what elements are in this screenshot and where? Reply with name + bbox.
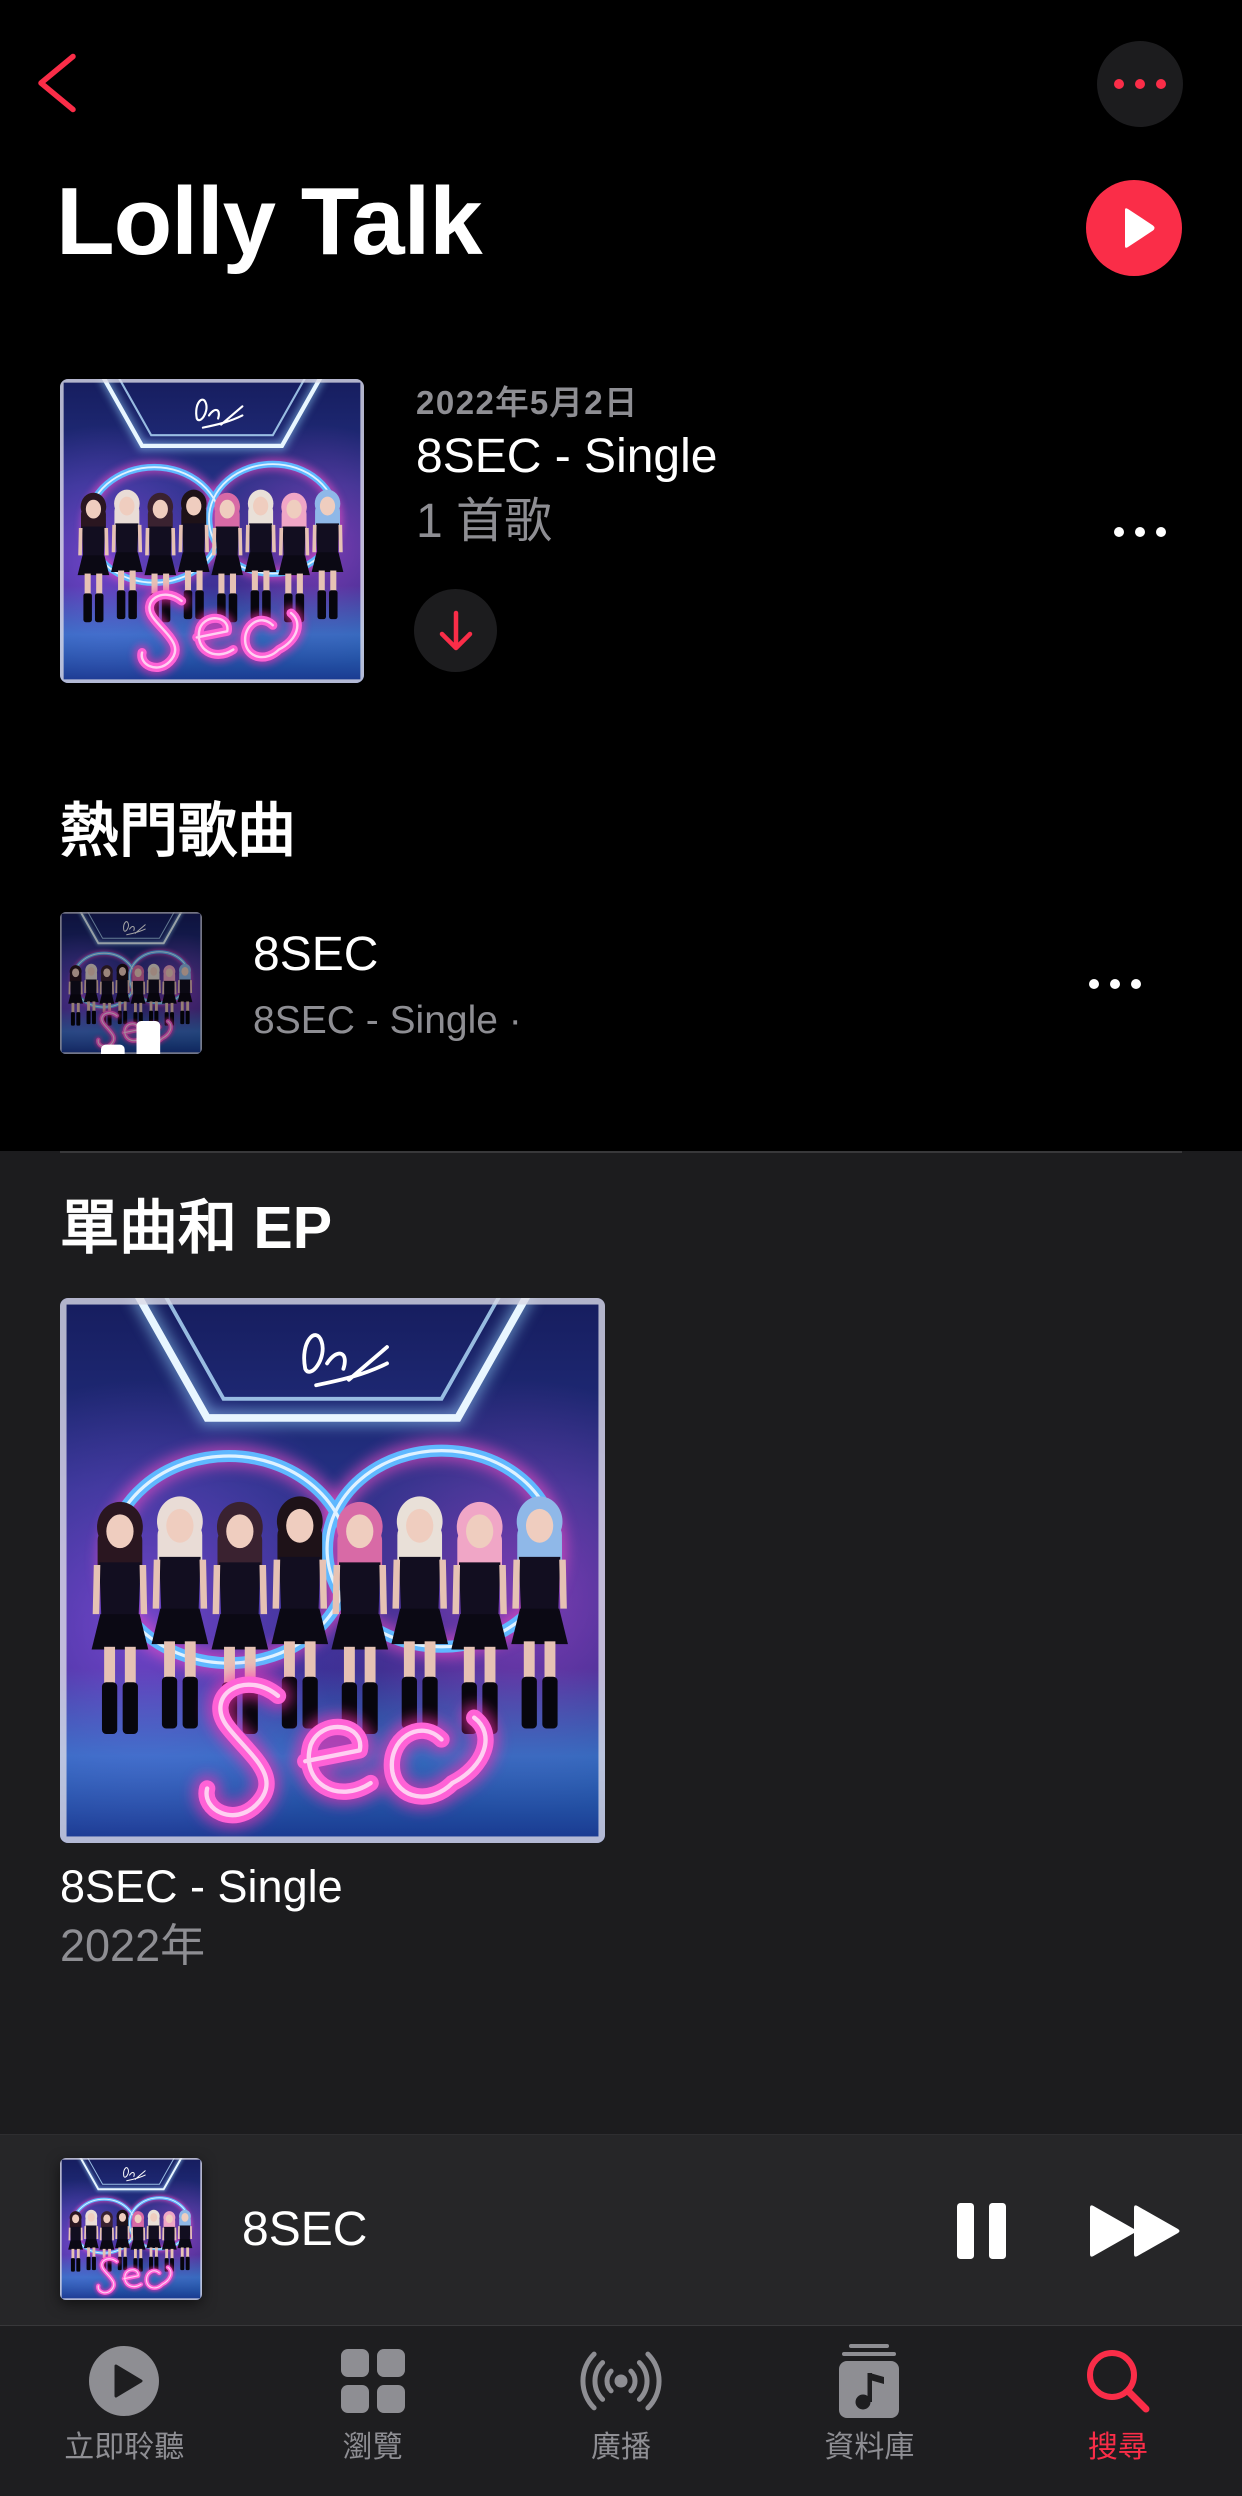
release-track-count: 1 首歌 [416, 495, 553, 548]
pause-button[interactable] [951, 2199, 1011, 2263]
song-row[interactable]: 8SEC 8SEC - Single · [0, 900, 1242, 1066]
ellipsis-icon [1114, 79, 1166, 89]
artist-name: Lolly Talk [56, 168, 483, 275]
next-track-button[interactable] [1084, 2199, 1184, 2263]
ellipsis-dot [1156, 527, 1166, 537]
ellipsis-dot [1089, 979, 1099, 989]
mini-player[interactable]: 8SEC [0, 2134, 1242, 2325]
chevron-left-icon [38, 53, 76, 113]
singles-eps-heading[interactable]: 單曲和 EP [60, 1197, 332, 1259]
latest-release-artwork[interactable] [60, 379, 364, 683]
tab-library[interactable]: 資料庫 [745, 2326, 993, 2496]
radio-waves-icon [580, 2351, 662, 2411]
tab-label: 搜尋 [1087, 2431, 1148, 2464]
album-cover-image [60, 1298, 605, 1843]
album-cover-image [60, 2158, 202, 2300]
now-playing-indicator [60, 912, 202, 1054]
tab-label: 資料庫 [824, 2431, 915, 2464]
album-cover-image [60, 379, 364, 683]
ellipsis-dot [1131, 979, 1141, 989]
play-circle-icon [89, 2346, 160, 2416]
ellipsis-dot [1135, 527, 1145, 537]
song-subtitle: 8SEC - Single · [253, 999, 522, 1042]
tab-browse[interactable]: 瀏覽 [248, 2326, 496, 2496]
top-songs-heading[interactable]: 熱門歌曲 [60, 800, 296, 862]
tab-label: 廣播 [591, 2431, 652, 2464]
song-more-button[interactable] [1075, 964, 1155, 1004]
ellipsis-dot [1110, 979, 1120, 989]
tab-radio[interactable]: 廣播 [497, 2326, 745, 2496]
tab-label: 立即聆聽 [64, 2431, 185, 2464]
play-icon [1125, 208, 1155, 248]
forward-icon [1090, 2205, 1180, 2257]
equalizer-icon [101, 1020, 161, 1054]
tab-search[interactable]: 搜尋 [994, 2326, 1242, 2496]
tab-label: 瀏覽 [342, 2431, 403, 2464]
mini-player-title: 8SEC [242, 2203, 368, 2256]
download-button[interactable] [414, 589, 497, 672]
tab-bar: 立即聆聽 瀏覽 廣播 資料庫 搜尋 [0, 2325, 1242, 2496]
single-title[interactable]: 8SEC - Single [60, 1863, 343, 1911]
song-title: 8SEC [253, 928, 379, 981]
single-artwork[interactable] [60, 1298, 605, 1843]
release-date: 2022年5月2日 [416, 384, 639, 421]
arrow-down-icon [439, 610, 472, 650]
search-icon [1086, 2350, 1150, 2413]
song-artwork [60, 912, 202, 1054]
library-icon [839, 2344, 900, 2418]
mini-player-artwork [60, 2158, 202, 2300]
section-divider [60, 1151, 1182, 1153]
ellipsis-dot [1114, 527, 1124, 537]
single-year: 2022年 [60, 1920, 206, 1971]
back-button[interactable] [24, 43, 90, 123]
grid-icon [340, 2349, 405, 2413]
play-artist-button[interactable] [1086, 180, 1182, 276]
tab-listen-now[interactable]: 立即聆聽 [0, 2326, 248, 2496]
release-more-button[interactable] [1100, 512, 1180, 552]
pause-icon [957, 2203, 1006, 2259]
more-options-button[interactable] [1097, 41, 1183, 127]
release-title[interactable]: 8SEC - Single [416, 432, 717, 482]
